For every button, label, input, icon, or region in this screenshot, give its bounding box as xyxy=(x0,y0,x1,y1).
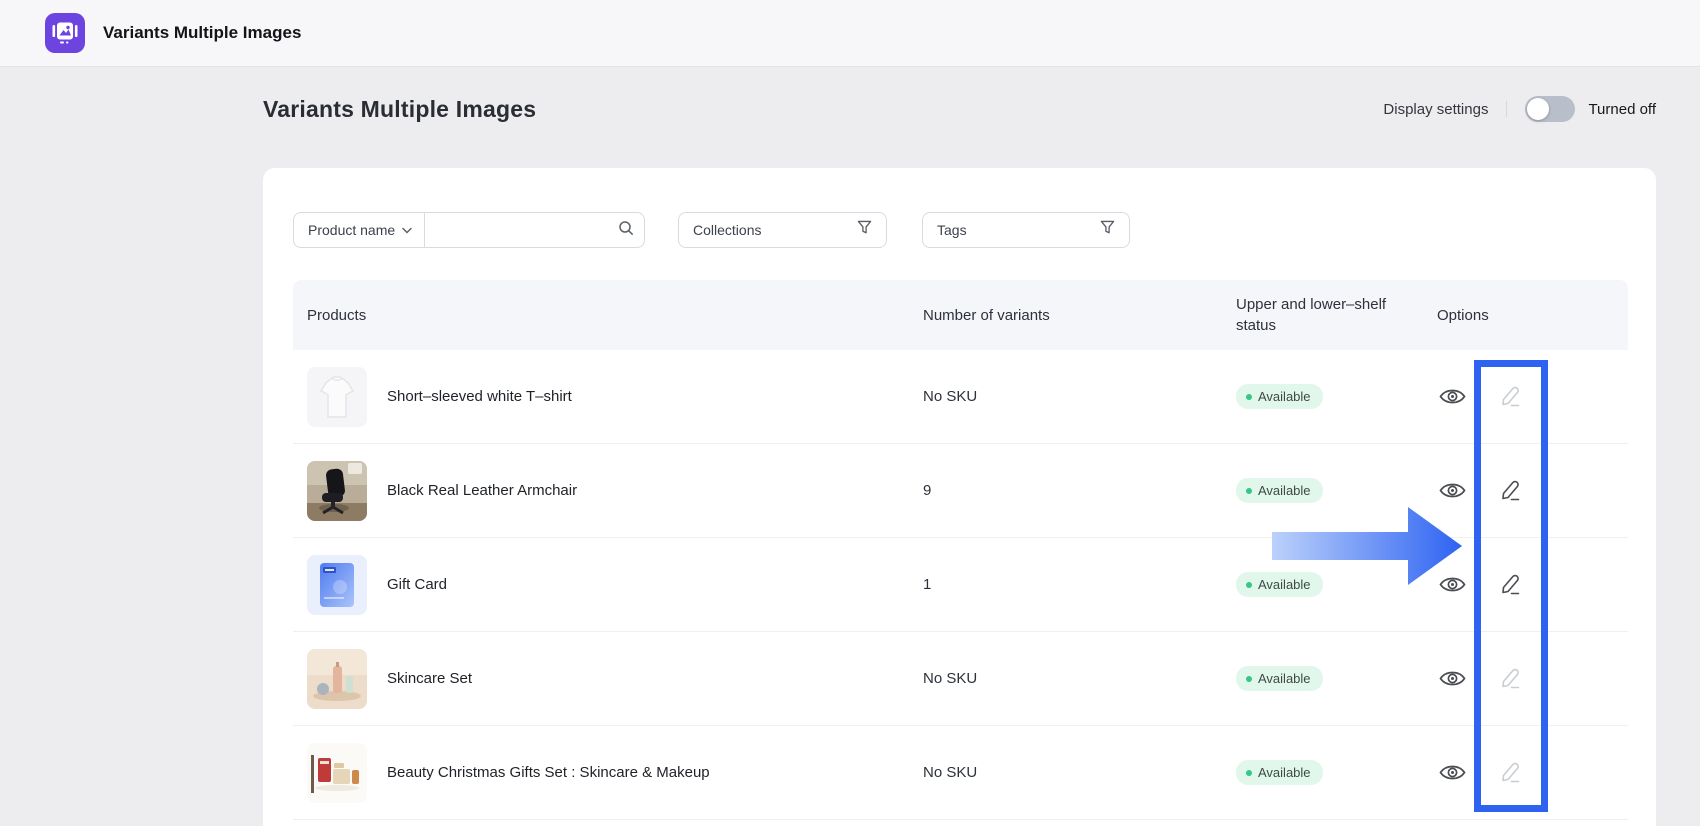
product-image xyxy=(307,743,367,803)
edit-button[interactable] xyxy=(1495,664,1525,694)
edit-button[interactable] xyxy=(1495,758,1525,788)
collections-filter[interactable]: Collections xyxy=(678,212,887,248)
search-field-selector[interactable]: Product name xyxy=(294,213,425,247)
search-field-selector-label: Product name xyxy=(308,222,395,238)
view-button[interactable] xyxy=(1437,664,1467,694)
variants-count: No SKU xyxy=(923,670,977,687)
table-row: Gift Card 1 Available xyxy=(293,538,1628,632)
product-name: Gift Card xyxy=(387,576,447,593)
view-button[interactable] xyxy=(1437,570,1467,600)
display-settings-toggle[interactable] xyxy=(1525,96,1575,122)
chevron-down-icon xyxy=(402,221,412,239)
product-image xyxy=(307,649,367,709)
multiple-images-icon xyxy=(45,13,85,53)
header-divider xyxy=(1506,101,1507,117)
table-row: Short–sleeved white T–shirt No SKU Avail… xyxy=(293,350,1628,444)
status-dot-icon xyxy=(1246,394,1252,400)
variants-count: No SKU xyxy=(923,388,977,405)
product-image xyxy=(307,367,367,427)
edit-button[interactable] xyxy=(1495,476,1525,506)
status-dot-icon xyxy=(1246,488,1252,494)
status-badge: Available xyxy=(1236,478,1323,503)
status-label: Available xyxy=(1258,671,1311,686)
search-icon xyxy=(618,220,634,241)
table-body: Short–sleeved white T–shirt No SKU Avail… xyxy=(293,350,1628,820)
status-label: Available xyxy=(1258,483,1311,498)
variants-count: No SKU xyxy=(923,764,977,781)
column-header-products: Products xyxy=(293,305,909,326)
view-button[interactable] xyxy=(1437,476,1467,506)
status-badge: Available xyxy=(1236,384,1323,409)
toggle-knob xyxy=(1527,98,1549,120)
status-dot-icon xyxy=(1246,770,1252,776)
edit-button[interactable] xyxy=(1495,382,1525,412)
variants-count: 1 xyxy=(923,576,931,593)
table-row: Skincare Set No SKU Available xyxy=(293,632,1628,726)
funnel-icon xyxy=(1100,220,1115,240)
product-image xyxy=(307,461,367,521)
collections-filter-label: Collections xyxy=(693,222,761,238)
status-badge: Available xyxy=(1236,666,1323,691)
page-title: Variants Multiple Images xyxy=(263,96,536,123)
variants-count: 9 xyxy=(923,482,931,499)
view-button[interactable] xyxy=(1437,382,1467,412)
products-table: Products Number of variants Upper and lo… xyxy=(293,280,1628,820)
funnel-icon xyxy=(857,220,872,240)
topbar: Variants Multiple Images xyxy=(0,0,1700,67)
edit-button[interactable] xyxy=(1495,570,1525,600)
toggle-state-label: Turned off xyxy=(1588,101,1656,118)
product-name: Short–sleeved white T–shirt xyxy=(387,388,572,405)
column-header-options: Options xyxy=(1423,305,1628,326)
table-header: Products Number of variants Upper and lo… xyxy=(293,280,1628,350)
status-dot-icon xyxy=(1246,676,1252,682)
column-header-status: Upper and lower–shelf status xyxy=(1222,294,1423,336)
filter-bar: Product name Collections Tags xyxy=(293,212,1130,248)
app-title: Variants Multiple Images xyxy=(103,23,301,43)
product-name: Skincare Set xyxy=(387,670,472,687)
display-settings-label: Display settings xyxy=(1383,101,1488,118)
status-label: Available xyxy=(1258,389,1311,404)
status-label: Available xyxy=(1258,577,1311,592)
table-row: Black Real Leather Armchair 9 Available xyxy=(293,444,1628,538)
product-name: Beauty Christmas Gifts Set : Skincare & … xyxy=(387,764,710,781)
table-row: Beauty Christmas Gifts Set : Skincare & … xyxy=(293,726,1628,820)
search-group: Product name xyxy=(293,212,645,248)
product-image xyxy=(307,555,367,615)
status-dot-icon xyxy=(1246,582,1252,588)
tags-filter[interactable]: Tags xyxy=(922,212,1130,248)
search-input[interactable] xyxy=(437,222,618,238)
status-badge: Available xyxy=(1236,572,1323,597)
view-button[interactable] xyxy=(1437,758,1467,788)
tags-filter-label: Tags xyxy=(937,222,967,238)
status-badge: Available xyxy=(1236,760,1323,785)
content-card: Product name Collections Tags xyxy=(263,168,1656,826)
product-name: Black Real Leather Armchair xyxy=(387,482,577,499)
page-header: Variants Multiple Images Display setting… xyxy=(263,88,1656,130)
status-label: Available xyxy=(1258,765,1311,780)
column-header-variants: Number of variants xyxy=(909,305,1222,326)
